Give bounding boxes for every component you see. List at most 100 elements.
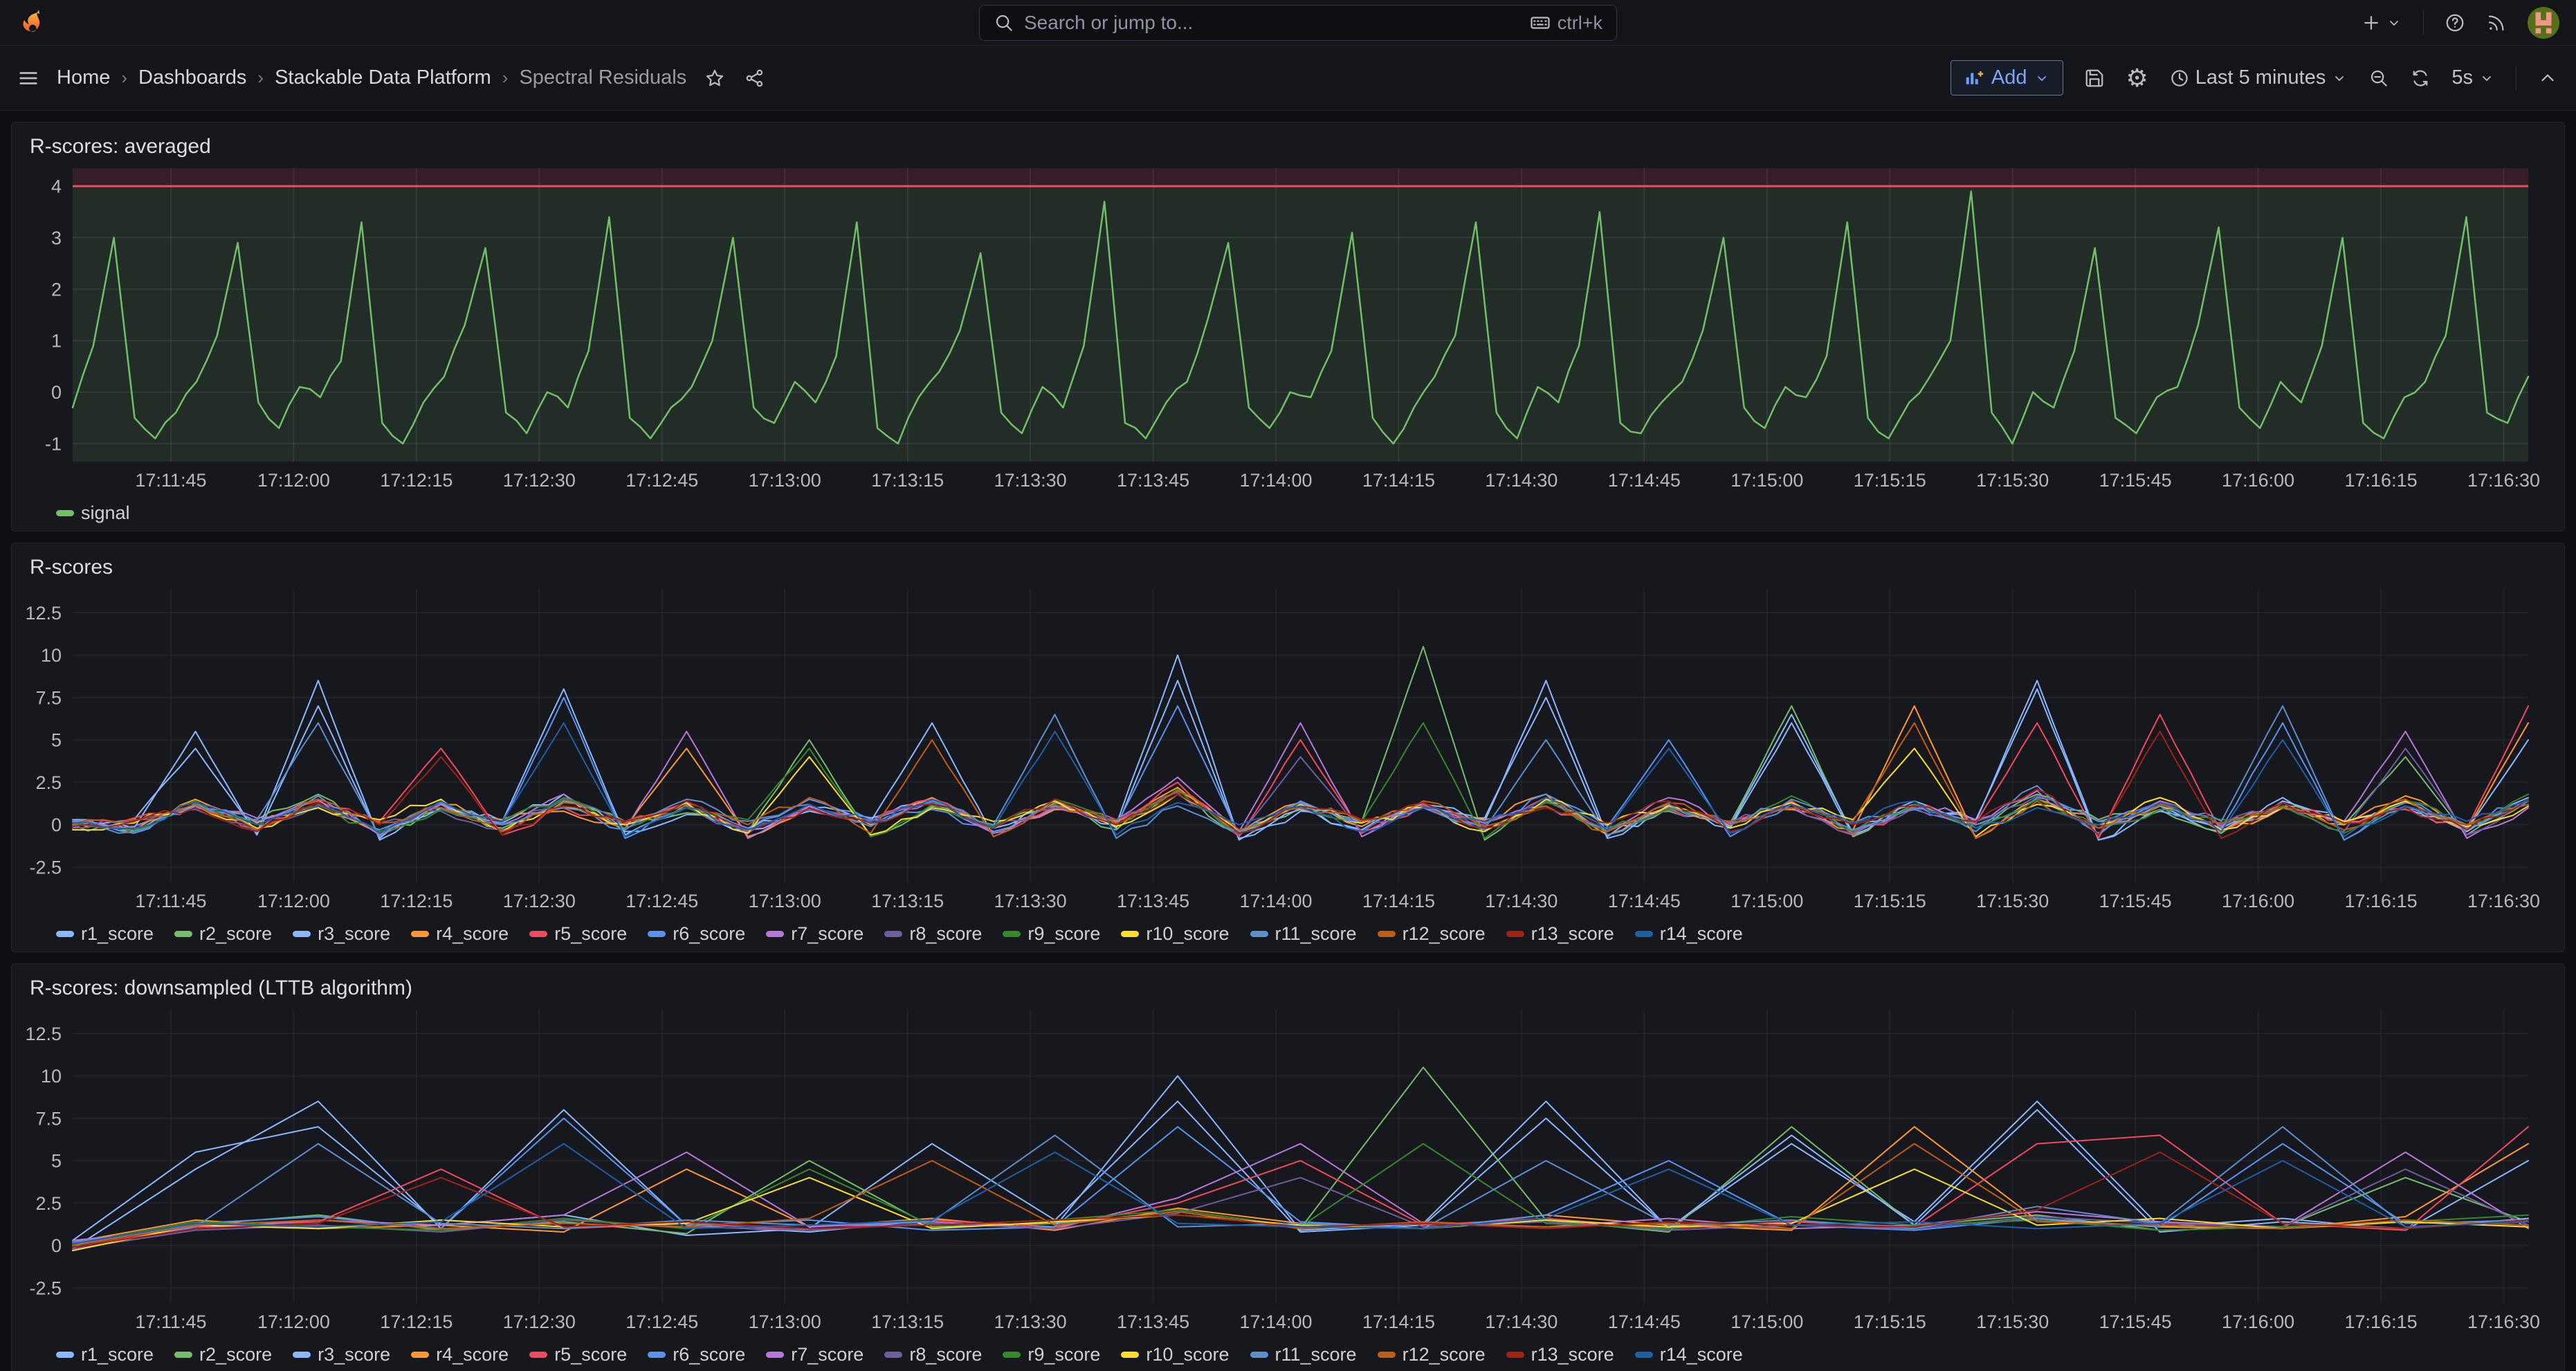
svg-text:17:14:45: 17:14:45: [1608, 891, 1681, 911]
save-dashboard-button[interactable]: [2084, 68, 2105, 89]
breadcrumb-folder[interactable]: Stackable Data Platform: [275, 66, 491, 89]
svg-text:17:13:45: 17:13:45: [1117, 1311, 1189, 1332]
legend-item[interactable]: r9_score: [1003, 1344, 1100, 1365]
svg-text:17:15:00: 17:15:00: [1730, 470, 1803, 491]
legend-series-swatch: [766, 1352, 784, 1358]
legend-item[interactable]: r8_score: [884, 923, 982, 945]
legend-item[interactable]: r10_score: [1121, 923, 1229, 945]
svg-text:17:14:15: 17:14:15: [1362, 470, 1435, 491]
new-button[interactable]: [2361, 12, 2402, 33]
help-button[interactable]: [2445, 12, 2465, 33]
legend-item[interactable]: r8_score: [884, 1344, 982, 1365]
legend-series-label: r13_score: [1531, 1344, 1614, 1365]
svg-text:17:13:15: 17:13:15: [871, 891, 944, 911]
search-input[interactable]: Search or jump to... ctrl+k: [979, 5, 1617, 41]
legend-series-swatch: [884, 931, 902, 937]
legend-item[interactable]: r2_score: [174, 923, 272, 945]
legend-series-label: r13_score: [1531, 923, 1614, 945]
legend-item[interactable]: r1_score: [56, 1344, 154, 1365]
legend-series-label: r1_score: [81, 1344, 154, 1365]
panel-title[interactable]: R-scores: averaged: [12, 122, 2564, 161]
panel-title[interactable]: R-scores: downsampled (LTTB algorithm): [12, 964, 2564, 1003]
collapse-toolbar-button[interactable]: [2537, 68, 2558, 89]
legend-item[interactable]: r12_score: [1378, 923, 1486, 945]
legend-series-swatch: [766, 931, 784, 937]
time-range-picker[interactable]: Last 5 minutes: [2169, 66, 2348, 89]
svg-text:17:12:00: 17:12:00: [257, 470, 330, 491]
svg-text:17:15:30: 17:15:30: [1976, 891, 2049, 911]
svg-text:17:14:15: 17:14:15: [1362, 891, 1435, 911]
legend-series-label: r6_score: [673, 1344, 745, 1365]
news-button[interactable]: [2486, 12, 2507, 33]
legend-item[interactable]: r5_score: [529, 1344, 627, 1365]
help-icon: [2445, 12, 2465, 33]
legend-item[interactable]: r1_score: [56, 923, 154, 945]
legend-item[interactable]: r3_score: [293, 1344, 390, 1365]
legend-item[interactable]: signal: [56, 502, 130, 524]
svg-text:17:15:15: 17:15:15: [1854, 1311, 1926, 1332]
svg-text:10: 10: [41, 1066, 62, 1087]
svg-text:7.5: 7.5: [35, 1108, 62, 1129]
dashboard-toolbar: Home › Dashboards › Stackable Data Platf…: [0, 46, 2576, 111]
add-panel-button[interactable]: Add: [1951, 60, 2064, 96]
favorite-star-icon[interactable]: [704, 68, 725, 89]
chevron-down-icon: [2331, 70, 2348, 87]
svg-text:17:16:15: 17:16:15: [2345, 1311, 2418, 1332]
legend-item[interactable]: r11_score: [1250, 1344, 1357, 1365]
svg-text:12.5: 12.5: [25, 603, 62, 624]
legend-item[interactable]: r7_score: [766, 923, 864, 945]
svg-text:17:16:00: 17:16:00: [2222, 891, 2294, 911]
legend-item[interactable]: r3_score: [293, 923, 390, 945]
legend-item[interactable]: r4_score: [411, 1344, 509, 1365]
refresh-button[interactable]: [2410, 68, 2431, 89]
legend-series-swatch: [529, 1352, 547, 1358]
legend-item[interactable]: r6_score: [648, 1344, 745, 1365]
breadcrumb-home[interactable]: Home: [57, 66, 110, 89]
dashboard-settings-button[interactable]: ⚙: [2126, 66, 2148, 91]
time-series-plot[interactable]: 12.5107.552.50-2.517:11:4517:12:0017:12:…: [15, 582, 2561, 916]
svg-text:17:12:30: 17:12:30: [503, 891, 576, 911]
legend-series-label: r9_score: [1027, 1344, 1100, 1365]
legend-item[interactable]: r13_score: [1506, 923, 1614, 945]
legend-item[interactable]: r10_score: [1121, 1344, 1229, 1365]
user-avatar[interactable]: [2528, 7, 2559, 39]
panel-rscores: R-scores 12.5107.552.50-2.517:11:4517:12…: [11, 543, 2565, 952]
legend: signal: [12, 495, 2564, 531]
legend-item[interactable]: r13_score: [1506, 1344, 1614, 1365]
legend-item[interactable]: r14_score: [1635, 1344, 1743, 1365]
panel-title[interactable]: R-scores: [12, 543, 2564, 582]
legend-series-swatch: [1378, 931, 1396, 937]
legend-item[interactable]: r7_score: [766, 1344, 864, 1365]
svg-text:17:16:00: 17:16:00: [2222, 1311, 2294, 1332]
share-icon[interactable]: [745, 68, 765, 89]
grafana-logo[interactable]: [19, 8, 48, 37]
refresh-interval-picker[interactable]: 5s: [2451, 66, 2495, 89]
zoom-out-button[interactable]: [2368, 68, 2389, 89]
panel-rscores-averaged: R-scores: averaged 43210-117:11:4517:12:…: [11, 122, 2565, 532]
time-series-plot[interactable]: 12.5107.552.50-2.517:11:4517:12:0017:12:…: [15, 1003, 2561, 1336]
svg-text:17:13:30: 17:13:30: [994, 1311, 1067, 1332]
legend-item[interactable]: r2_score: [174, 1344, 272, 1365]
legend-item[interactable]: r4_score: [411, 923, 509, 945]
legend-series-label: r10_score: [1146, 1344, 1229, 1365]
svg-text:17:12:45: 17:12:45: [625, 470, 698, 491]
menu-toggle-icon[interactable]: [18, 68, 39, 89]
search-shortcut: ctrl+k: [1530, 12, 1602, 34]
legend-item[interactable]: r9_score: [1003, 923, 1100, 945]
legend-item[interactable]: r14_score: [1635, 923, 1743, 945]
chevron-down-icon: [2034, 70, 2050, 87]
legend-series-swatch: [1003, 931, 1021, 937]
svg-text:17:14:45: 17:14:45: [1608, 470, 1681, 491]
time-series-plot[interactable]: 43210-117:11:4517:12:0017:12:1517:12:301…: [15, 161, 2561, 495]
legend-item[interactable]: r12_score: [1378, 1344, 1486, 1365]
svg-text:17:12:45: 17:12:45: [625, 1311, 698, 1332]
breadcrumb-dashboards[interactable]: Dashboards: [138, 66, 246, 89]
legend-item[interactable]: r5_score: [529, 923, 627, 945]
search-icon: [994, 12, 1014, 33]
legend-series-label: r11_score: [1275, 923, 1357, 945]
svg-text:17:14:00: 17:14:00: [1239, 470, 1312, 491]
breadcrumb-current-dashboard: Spectral Residuals: [519, 66, 686, 89]
legend-item[interactable]: r11_score: [1250, 923, 1357, 945]
legend-item[interactable]: r6_score: [648, 923, 745, 945]
legend-series-swatch: [293, 931, 311, 937]
